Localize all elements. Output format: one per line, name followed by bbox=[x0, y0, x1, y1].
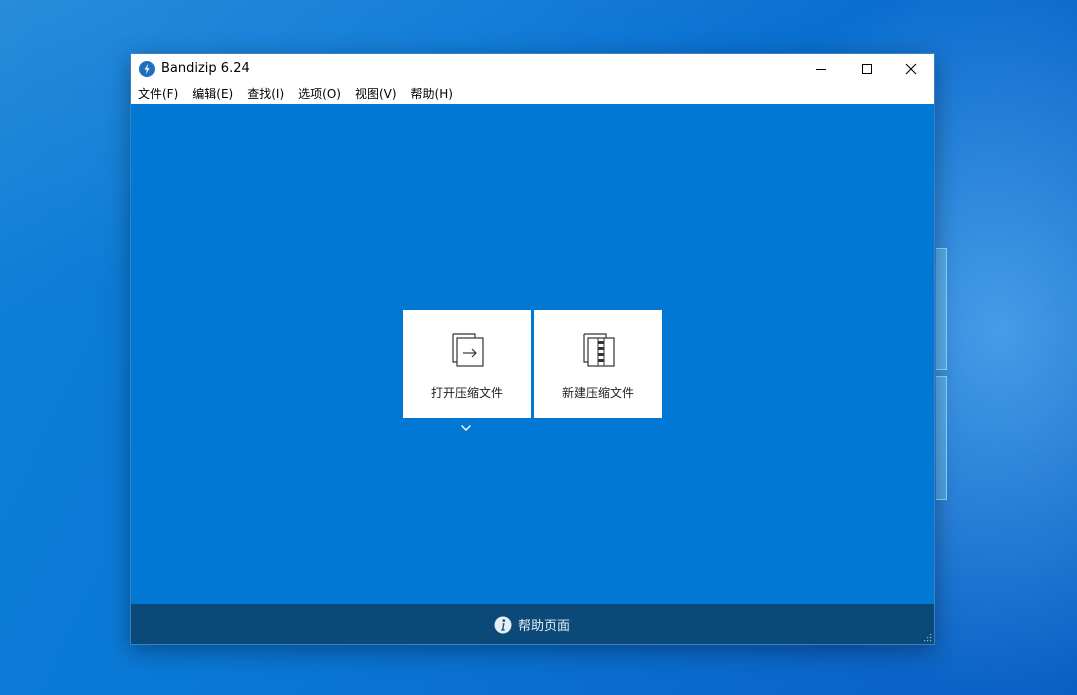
chevron-down-icon[interactable] bbox=[460, 423, 472, 433]
resize-grip-icon[interactable] bbox=[922, 632, 932, 642]
menu-file[interactable]: 文件(F) bbox=[131, 84, 185, 104]
title-bar[interactable]: Bandizip 6.24 bbox=[131, 54, 934, 84]
menu-bar: 文件(F) 编辑(E) 查找(I) 选项(O) 视图(V) 帮助(H) bbox=[131, 84, 934, 104]
desktop-logo-pane-bottom bbox=[936, 376, 947, 500]
new-archive-label: 新建压缩文件 bbox=[561, 386, 634, 400]
info-icon bbox=[494, 616, 512, 633]
desktop-logo-pane-top bbox=[936, 248, 947, 370]
main-content: 打开压缩文件 新建压缩文件 bbox=[131, 104, 934, 604]
footer-bar: 帮助页面 bbox=[131, 604, 934, 644]
menu-edit[interactable]: 编辑(E) bbox=[185, 84, 240, 104]
close-icon bbox=[905, 63, 917, 75]
bandizip-window: Bandizip 6.24 文件(F) 编辑(E) 查找(I) 选项(O) 视图… bbox=[130, 53, 935, 645]
menu-help[interactable]: 帮助(H) bbox=[404, 84, 460, 104]
menu-options[interactable]: 选项(O) bbox=[291, 84, 348, 104]
close-button[interactable] bbox=[888, 54, 934, 84]
menu-find[interactable]: 查找(I) bbox=[240, 84, 291, 104]
open-archive-button[interactable]: 打开压缩文件 bbox=[403, 310, 531, 418]
open-archive-label: 打开压缩文件 bbox=[430, 386, 503, 400]
open-archive-icon bbox=[452, 333, 484, 367]
help-page-label: 帮助页面 bbox=[518, 619, 571, 634]
maximize-icon bbox=[862, 64, 872, 74]
minimize-icon bbox=[816, 69, 826, 70]
minimize-button[interactable] bbox=[798, 54, 844, 84]
window-title: Bandizip 6.24 bbox=[161, 61, 250, 76]
help-page-link[interactable]: 帮助页面 bbox=[494, 615, 570, 634]
maximize-button[interactable] bbox=[844, 54, 890, 84]
new-archive-button[interactable]: 新建压缩文件 bbox=[534, 310, 662, 418]
bandizip-logo-icon bbox=[139, 61, 155, 77]
new-archive-icon bbox=[583, 333, 615, 367]
menu-view[interactable]: 视图(V) bbox=[348, 84, 404, 104]
